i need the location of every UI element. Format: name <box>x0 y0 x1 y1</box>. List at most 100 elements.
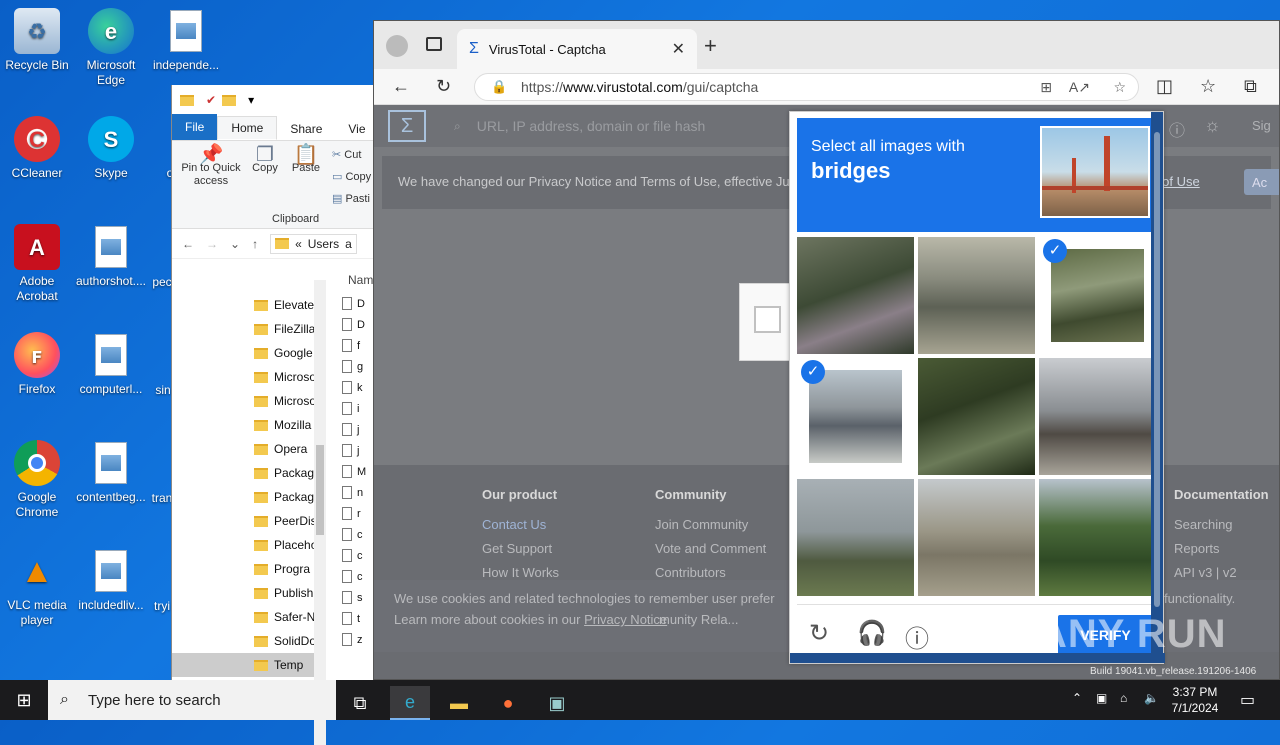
footer-link[interactable]: Contact Us <box>482 513 559 537</box>
file-list-item[interactable]: M <box>342 461 376 482</box>
footer-link[interactable]: Join Community <box>655 513 766 537</box>
virustotal-logo-icon[interactable]: Σ <box>388 110 426 142</box>
captcha-tile-bridge-hill[interactable] <box>918 479 1035 596</box>
tab-file[interactable]: File <box>172 114 218 140</box>
taskbar-explorer-icon[interactable]: ▬ <box>439 686 479 720</box>
file-list-item[interactable]: k <box>342 377 376 398</box>
tree-item[interactable]: Packag <box>172 485 314 509</box>
captcha-scrollbar[interactable] <box>1151 112 1163 657</box>
breadcrumb[interactable]: « Users a <box>270 233 357 254</box>
footer-link[interactable]: Vote and Comment <box>655 537 766 561</box>
file-list-item[interactable]: r <box>342 503 376 524</box>
tab-share[interactable]: Share <box>277 118 335 140</box>
desktop-icon-acrobat[interactable]: A Adobe Acrobat <box>0 224 74 304</box>
cut-button[interactable]: ✂ Cut <box>332 149 361 162</box>
footer-link[interactable]: Get Support <box>482 537 559 561</box>
tray-network-icon[interactable]: ▣ <box>1096 691 1107 705</box>
desktop-icon-file-4[interactable]: contentbeg... <box>74 440 148 505</box>
paste-button[interactable]: 📋 Paste <box>288 145 324 175</box>
search-input[interactable]: URL, IP address, domain or file hash <box>477 118 706 134</box>
tray-wifi-icon[interactable]: ⌂ <box>1120 691 1127 705</box>
privacy-notice-link[interactable]: Privacy Notice <box>584 612 667 627</box>
captcha-tile-overpass[interactable] <box>797 479 914 596</box>
theme-icon[interactable]: ☼ <box>1204 115 1221 136</box>
file-list-item[interactable]: n <box>342 482 376 503</box>
desktop-icon-file-1[interactable]: independe... <box>149 8 223 73</box>
tree-item[interactable]: Elevate <box>172 293 314 317</box>
read-aloud-icon[interactable]: A↗ <box>1069 79 1090 96</box>
scrollbar-thumb[interactable] <box>1154 132 1160 607</box>
desktop-icon-edge[interactable]: e Microsoft Edge <box>74 8 148 88</box>
footer-link[interactable]: Searching <box>1174 513 1269 537</box>
tree-item[interactable]: Placeho <box>172 533 314 557</box>
file-list-item[interactable]: D <box>342 293 376 314</box>
tab-virustotal[interactable]: Σ VirusTotal - Captcha ✕ <box>457 29 697 69</box>
captcha-tile-sign-trees[interactable] <box>918 358 1035 475</box>
split-screen-icon[interactable]: ◫ <box>1156 76 1173 97</box>
back-arrow-icon[interactable]: ← <box>392 76 410 97</box>
windows-start-icon[interactable]: ⊞ <box>0 680 48 720</box>
captcha-tile-trees-house[interactable] <box>1039 479 1156 596</box>
system-clock[interactable]: 3:37 PM 7/1/2024 <box>1163 684 1227 716</box>
audio-headphones-icon[interactable]: 🎧 <box>857 619 887 648</box>
file-list-item[interactable]: z <box>342 629 376 650</box>
forward-arrow-icon[interactable]: → <box>206 237 218 251</box>
scrollbar-thumb[interactable] <box>316 445 324 535</box>
tree-item[interactable]: Mozilla <box>172 413 314 437</box>
collections-icon[interactable]: ⧉ <box>1244 76 1257 97</box>
close-tab-icon[interactable]: ✕ <box>672 39 685 59</box>
desktop-icon-vlc[interactable]: ▲ VLC media player <box>0 548 74 628</box>
address-bar[interactable]: 🔒 https://www.virustotal.com/gui/captcha… <box>474 73 1139 101</box>
desktop-icon-ccleaner[interactable]: C CCleaner <box>0 116 74 181</box>
file-list-item[interactable]: D <box>342 314 376 335</box>
file-list-item[interactable]: t <box>342 608 376 629</box>
tree-item[interactable]: PeerDis <box>172 509 314 533</box>
desktop-icon-file-3[interactable]: computerl... <box>74 332 148 397</box>
tree-item[interactable]: Opera <box>172 437 314 461</box>
copy-path-button[interactable]: ▭ Copy <box>332 171 371 184</box>
new-tab-button[interactable]: + <box>704 33 717 59</box>
chevron-down-icon[interactable]: ⌄ <box>230 237 240 251</box>
desktop-icon-file-2[interactable]: authorshot.... <box>74 224 148 289</box>
favorites-icon[interactable]: ☆ <box>1200 76 1216 97</box>
pin-quick-access-button[interactable]: 📌 Pin to Quick access <box>178 145 244 188</box>
taskbar-app-icon[interactable]: ▣ <box>537 686 577 720</box>
refresh-icon[interactable]: ↻ <box>436 76 451 97</box>
paste-shortcut-button[interactable]: ▤ Pasti <box>332 193 370 206</box>
file-list-item[interactable]: c <box>342 545 376 566</box>
chevron-down-icon[interactable]: ▾ <box>248 93 254 107</box>
tree-item[interactable]: Google <box>172 341 314 365</box>
captcha-tile-truck[interactable] <box>1039 358 1156 475</box>
desktop-icon-recycle-bin[interactable]: ♻ Recycle Bin <box>0 8 74 73</box>
favorite-star-icon[interactable]: ☆ <box>1113 79 1126 96</box>
tree-item[interactable]: Publish <box>172 581 314 605</box>
properties-icon[interactable]: ✔ <box>206 93 216 107</box>
tab-home[interactable]: Home <box>217 116 278 140</box>
taskbar-search[interactable]: ⌕ Type here to search <box>48 680 336 720</box>
accept-button[interactable]: Ac <box>1244 169 1279 195</box>
sign-in-link[interactable]: Sig <box>1252 118 1271 133</box>
taskbar-edge-icon[interactable]: e <box>390 686 430 720</box>
help-icon[interactable]: ⓘ <box>1169 117 1185 141</box>
file-list-item[interactable]: j <box>342 440 376 461</box>
captcha-tile-plants[interactable] <box>797 237 914 354</box>
desktop-icon-skype[interactable]: S Skype <box>74 116 148 181</box>
up-arrow-icon[interactable]: ↑ <box>252 237 258 251</box>
captcha-tile-vehicle[interactable] <box>918 237 1035 354</box>
info-icon[interactable]: ⓘ <box>905 619 929 654</box>
taskbar-firefox-icon[interactable]: ● <box>488 686 528 720</box>
file-list-item[interactable]: c <box>342 566 376 587</box>
tree-item[interactable]: Microso <box>172 365 314 389</box>
tree-item[interactable]: FileZilla <box>172 317 314 341</box>
apps-icon[interactable]: ⊞ <box>1040 79 1052 96</box>
footer-link[interactable]: Reports <box>1174 537 1269 561</box>
tree-item[interactable]: Temp <box>172 653 314 677</box>
file-list-item[interactable]: c <box>342 524 376 545</box>
desktop-icon-firefox[interactable]: ꜰ Firefox <box>0 332 74 397</box>
tray-chevron-icon[interactable]: ⌃ <box>1072 691 1082 705</box>
captcha-checkbox[interactable] <box>754 306 781 333</box>
tree-item[interactable]: Packag <box>172 461 314 485</box>
tree-item[interactable]: Microso <box>172 389 314 413</box>
column-header-name[interactable]: Nam <box>348 273 373 287</box>
file-list-item[interactable]: g <box>342 356 376 377</box>
